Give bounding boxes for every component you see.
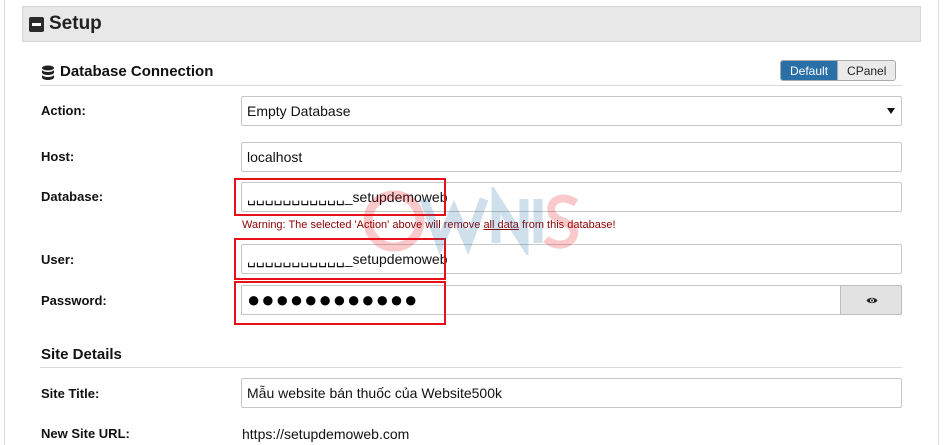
host-input[interactable]: localhost — [241, 142, 902, 172]
cpanel-toggle-button[interactable]: CPanel — [837, 61, 896, 80]
divider — [40, 367, 902, 368]
site-title-label: Site Title: — [41, 386, 100, 401]
caret-down-icon — [887, 108, 895, 114]
connection-mode-toggle: Default CPanel — [780, 60, 897, 81]
database-label: Database: — [41, 189, 104, 204]
site-details-title: Site Details — [41, 346, 122, 363]
minus-square-icon[interactable] — [29, 17, 44, 32]
action-select-value: Empty Database — [247, 103, 351, 119]
new-site-url-value: https://setupdemoweb.com — [242, 426, 410, 442]
database-icon — [42, 65, 54, 80]
database-connection-title: Database Connection — [60, 63, 214, 80]
host-label: Host: — [41, 149, 75, 164]
site-title-input-value: Mẫu website bán thuốc của Website500k — [247, 385, 503, 401]
site-title-input[interactable]: Mẫu website bán thuốc của Website500k — [241, 378, 902, 408]
highlight-password — [234, 281, 446, 325]
divider — [40, 85, 902, 86]
new-site-url-label: New Site URL: — [41, 426, 130, 441]
show-password-button[interactable] — [840, 285, 902, 315]
watermark-logo — [363, 187, 579, 255]
default-toggle-button[interactable]: Default — [781, 61, 838, 80]
host-input-value: localhost — [247, 149, 303, 165]
setup-title: Setup — [49, 13, 102, 34]
password-label: Password: — [41, 293, 107, 308]
action-select[interactable]: Empty Database — [241, 96, 902, 126]
action-label: Action: — [41, 103, 86, 118]
setup-header[interactable]: Setup — [22, 6, 921, 42]
eye-icon — [866, 297, 878, 304]
user-label: User: — [41, 252, 75, 267]
